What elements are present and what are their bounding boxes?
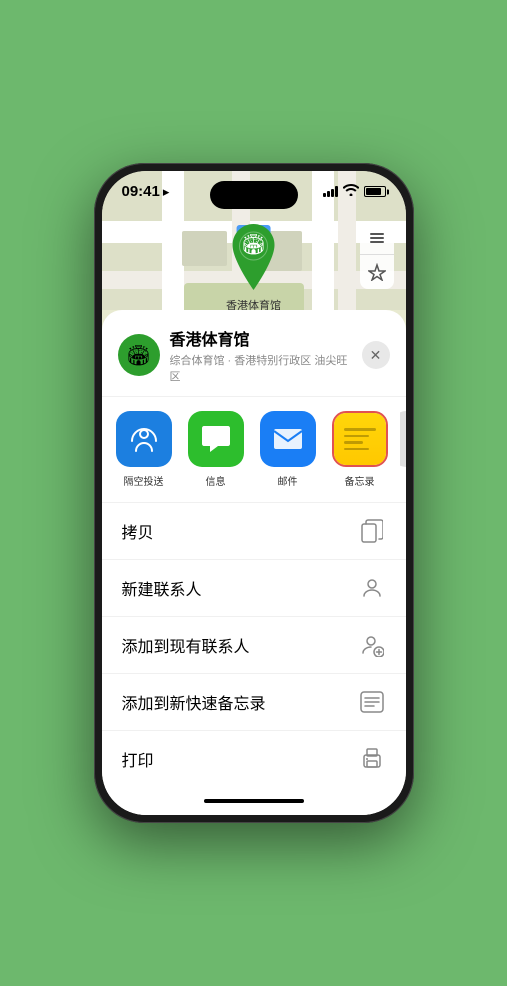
pin-venue-label: 香港体育馆 bbox=[226, 297, 281, 310]
bottom-sheet: 🏟 香港体育馆 综合体育馆 · 香港特别行政区 油尖旺区 ✕ bbox=[102, 310, 406, 815]
new-contact-label: 新建联系人 bbox=[122, 576, 202, 600]
map-layers-button[interactable] bbox=[360, 221, 394, 255]
phone-frame: 09:41 ▸ bbox=[94, 163, 414, 823]
signal-strength-icon bbox=[323, 186, 338, 197]
notes-label: 备忘录 bbox=[345, 473, 375, 488]
action-new-contact[interactable]: 新建联系人 bbox=[102, 560, 406, 617]
action-print[interactable]: 打印 bbox=[102, 731, 406, 787]
add-quick-note-label: 添加到新快速备忘录 bbox=[122, 690, 266, 714]
status-time: 09:41 bbox=[122, 183, 160, 200]
pin-stadium-icon: 🏟 bbox=[241, 232, 266, 257]
phone-screen: 09:41 ▸ bbox=[102, 171, 406, 815]
action-add-existing-contact[interactable]: 添加到现有联系人 bbox=[102, 617, 406, 674]
venue-subtitle: 综合体育馆 · 香港特别行政区 油尖旺区 bbox=[170, 352, 352, 384]
location-pin[interactable]: 🏟 香港体育馆 bbox=[226, 224, 281, 310]
wifi-icon bbox=[343, 184, 359, 199]
venue-icon: 🏟 bbox=[118, 334, 160, 376]
share-item-mail[interactable]: 邮件 bbox=[256, 411, 320, 488]
airdrop-icon bbox=[116, 411, 172, 467]
copy-icon bbox=[358, 517, 386, 545]
close-button[interactable]: ✕ bbox=[362, 341, 390, 369]
quick-note-icon bbox=[358, 688, 386, 716]
venue-name: 香港体育馆 bbox=[170, 326, 352, 350]
home-bar bbox=[204, 799, 304, 803]
building bbox=[182, 231, 227, 266]
share-row: 隔空投送 信息 bbox=[102, 397, 406, 503]
status-icons bbox=[323, 184, 386, 199]
print-label: 打印 bbox=[122, 747, 154, 771]
map-location-button[interactable] bbox=[360, 255, 394, 289]
battery-icon bbox=[364, 186, 386, 197]
share-item-airdrop[interactable]: 隔空投送 bbox=[112, 411, 176, 488]
action-copy[interactable]: 拷贝 bbox=[102, 503, 406, 560]
action-add-quick-note[interactable]: 添加到新快速备忘录 bbox=[102, 674, 406, 731]
message-icon bbox=[188, 411, 244, 467]
mail-icon bbox=[260, 411, 316, 467]
mail-label: 邮件 bbox=[278, 473, 298, 488]
notes-icon bbox=[332, 411, 388, 467]
location-arrow-icon: ▸ bbox=[163, 184, 170, 200]
dynamic-island bbox=[210, 181, 298, 209]
add-existing-contact-label: 添加到现有联系人 bbox=[122, 633, 250, 657]
map-controls bbox=[360, 221, 394, 289]
share-item-notes[interactable]: 备忘录 bbox=[328, 411, 392, 488]
home-indicator bbox=[102, 787, 406, 815]
share-item-message[interactable]: 信息 bbox=[184, 411, 248, 488]
venue-info: 香港体育馆 综合体育馆 · 香港特别行政区 油尖旺区 bbox=[170, 326, 352, 384]
sheet-header: 🏟 香港体育馆 综合体育馆 · 香港特别行政区 油尖旺区 ✕ bbox=[102, 326, 406, 397]
message-label: 信息 bbox=[206, 473, 226, 488]
copy-label: 拷贝 bbox=[122, 519, 154, 543]
print-icon bbox=[358, 745, 386, 773]
add-existing-contact-icon bbox=[358, 631, 386, 659]
share-item-more[interactable]: 推 bbox=[400, 411, 406, 488]
new-contact-icon bbox=[358, 574, 386, 602]
more-share-icon bbox=[400, 411, 406, 467]
action-list: 拷贝 新建联系人 bbox=[102, 503, 406, 787]
airdrop-label: 隔空投送 bbox=[124, 473, 164, 488]
